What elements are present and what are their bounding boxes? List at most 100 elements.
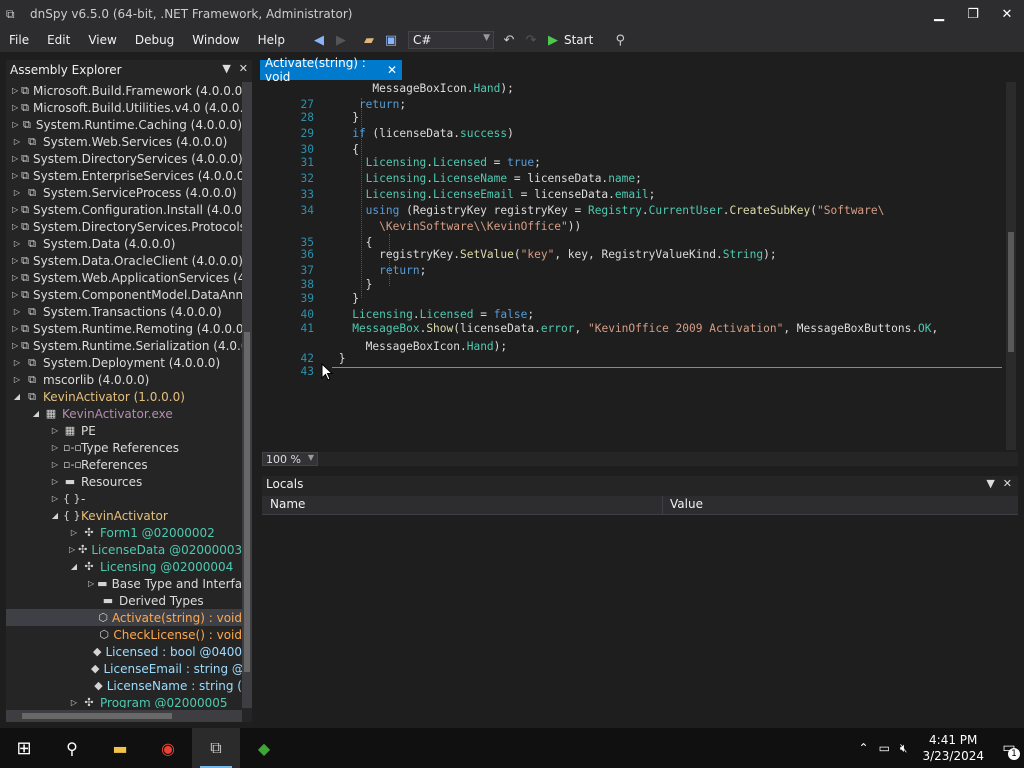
tree-item[interactable]: ▷ ▫-▫ Type References [6,439,242,456]
tree-item[interactable]: ▷ ⧉ System.ServiceProcess (4.0.0.0) [6,184,242,201]
tree-item[interactable]: ▷ ⧉ System.Data.OracleClient (4.0.0.0) [6,252,242,269]
windows-start-icon[interactable]: ⊞ [0,728,48,768]
expander-icon[interactable]: ▷ [12,103,18,112]
expander-icon[interactable]: ▷ [69,545,75,554]
tree-item[interactable]: ▷ ⧉ System.Runtime.Remoting (4.0.0.0) [6,320,242,337]
expander-icon[interactable]: ▷ [12,341,18,350]
expander-icon[interactable]: ▷ [12,239,22,248]
tree-item[interactable]: ▷ ✣ Form1 @02000002 [6,524,242,541]
zoom-select[interactable]: 100 % ▼ [262,452,318,466]
network-icon[interactable]: ▭ [879,741,890,755]
expander-icon[interactable]: ▷ [69,528,79,537]
menu-debug[interactable]: Debug [126,33,183,47]
tree-item[interactable]: ▷ ✣ LicenseData @02000003 [6,541,242,558]
vertical-scrollbar[interactable] [242,82,252,708]
expander-icon[interactable]: ▷ [12,120,19,129]
tree-item[interactable]: ⬡ Activate(string) : void [6,609,242,626]
tree-item[interactable]: ⬡ CheckLicense() : void [6,626,242,643]
tree-item[interactable]: ◢{ } KevinActivator [6,507,242,524]
search-icon[interactable]: ⚲ [48,728,96,768]
tree-item[interactable]: ▷ ⧉ System.Web.ApplicationServices (4.0 [6,269,242,286]
tree-item[interactable]: ▷ ⧉ System.ComponentModel.DataAnno [6,286,242,303]
expander-icon[interactable]: ◢ [69,562,79,571]
tree-item[interactable]: ▷ ⧉ System.Data (4.0.0.0) [6,235,242,252]
tree-item[interactable]: ▷ ⧉ System.Transactions (4.0.0.0) [6,303,242,320]
save-icon[interactable]: ▣ [382,31,400,49]
file-explorer-icon[interactable]: ▬ [96,728,144,768]
chrome-icon[interactable]: ◉ [144,728,192,768]
tree-item[interactable]: ▷ ⧉ Microsoft.Build.Utilities.v4.0 (4.0.0.… [6,99,242,116]
minimize-button[interactable]: ▁ [922,0,956,28]
undo-icon[interactable]: ↶ [500,31,518,49]
code-editor[interactable]: MessageBoxIcon.Hand); 27 return; 28 } 29 if… [262,82,1018,450]
menu-file[interactable]: File [0,33,38,47]
dropdown-icon[interactable]: ▼ [222,62,230,75]
notification-icon[interactable]: ▭ 1 [994,728,1024,768]
tree-item[interactable]: ▷ ▫-▫ References [6,456,242,473]
open-folder-icon[interactable]: ▰ [360,31,378,49]
search-icon[interactable]: ⚲ [611,31,629,49]
editor-scrollbar[interactable] [1006,82,1016,450]
dnspy-taskbar-icon[interactable]: ⧉ [192,728,240,768]
expander-icon[interactable]: ▷ [69,698,79,707]
expander-icon[interactable]: ▷ [12,188,22,197]
tree-item[interactable]: ▷ ⧉ System.Runtime.Serialization (4.0.0.0 [6,337,242,354]
tree-item[interactable]: ▷ ⧉ System.Deployment (4.0.0.0) [6,354,242,371]
menu-help[interactable]: Help [249,33,294,47]
expander-icon[interactable]: ▷ [50,477,60,486]
redo-icon[interactable]: ↷ [522,31,540,49]
tree-item[interactable]: ▷ ⧉ System.Runtime.Caching (4.0.0.0) [6,116,242,133]
expander-icon[interactable]: ▷ [12,324,18,333]
tree-item[interactable]: ▷ ⧉ Microsoft.Build.Framework (4.0.0.0) [6,82,242,99]
close-button[interactable]: ✕ [990,0,1024,28]
tree-item[interactable]: ▷ ▦ PE [6,422,242,439]
tree-item[interactable]: ◢ ▦ KevinActivator.exe [6,405,242,422]
tree-item[interactable]: ◢ ✣ Licensing @02000004 [6,558,242,575]
expander-icon[interactable]: ◢ [50,511,60,520]
expander-icon[interactable]: ▷ [50,460,60,469]
expander-icon[interactable]: ▷ [50,443,60,452]
expander-icon[interactable]: ▷ [12,358,22,367]
expander-icon[interactable]: ▷ [12,171,18,180]
tree-item[interactable]: ▷ ⧉ System.DirectoryServices (4.0.0.0) [6,150,242,167]
expander-icon[interactable]: ▷ [12,154,18,163]
column-value[interactable]: Value [670,497,703,511]
expander-icon[interactable]: ▷ [12,86,18,95]
expander-icon[interactable]: ▷ [50,426,60,435]
tree-item[interactable]: ◆ LicenseName : string ( [6,677,242,694]
tree-item[interactable]: ▷ ⧉ System.Configuration.Install (4.0.0.0) [6,201,242,218]
tree-item[interactable]: ◆ LicenseEmail : string @ [6,660,242,677]
tree-item[interactable]: ▷ ⧉ mscorlib (4.0.0.0) [6,371,242,388]
expander-icon[interactable]: ▷ [50,494,60,503]
expander-icon[interactable]: ▷ [12,137,22,146]
volume-muted-icon[interactable]: 🔇︎ [900,741,908,756]
language-select[interactable]: C# ▼ [407,31,494,49]
close-tab-icon[interactable]: ✕ [387,63,397,77]
column-name[interactable]: Name [270,497,305,511]
tree-item[interactable]: ▷ ▬ Resources [6,473,242,490]
expander-icon[interactable]: ▷ [12,205,18,214]
assembly-tree[interactable]: ▷ ⧉ Microsoft.Build.Framework (4.0.0.0) ▷ ⧉ M… [6,82,242,708]
tree-item[interactable]: ◆ Licensed : bool @0400 [6,643,242,660]
start-button[interactable]: ▶ Start [548,33,593,48]
horizontal-scrollbar[interactable] [6,710,242,722]
close-panel-icon[interactable]: ✕ [1003,477,1012,490]
tree-item[interactable]: ▷{ } - [6,490,242,507]
tree-item[interactable]: ◢ ⧉ KevinActivator (1.0.0.0) [6,388,242,405]
app-green-icon[interactable]: ◆ [240,728,288,768]
tree-item[interactable]: ▷ ▬ Base Type and Interfac [6,575,242,592]
menu-view[interactable]: View [79,33,125,47]
expander-icon[interactable]: ▷ [12,375,22,384]
chevron-up-icon[interactable]: ⌃ [859,741,869,755]
nav-back-icon[interactable]: ◀ [310,31,328,49]
tree-item[interactable]: ▷ ⧉ System.EnterpriseServices (4.0.0.0) [6,167,242,184]
nav-forward-icon[interactable]: ▶ [332,31,350,49]
menu-window[interactable]: Window [183,33,248,47]
tree-item[interactable]: ▬ Derived Types [6,592,242,609]
expander-icon[interactable]: ▷ [12,256,18,265]
expander-icon[interactable]: ▷ [12,222,18,231]
tree-item[interactable]: ▷ ⧉ System.Web.Services (4.0.0.0) [6,133,242,150]
tree-item[interactable]: ▷ ✣ Program @02000005 [6,694,242,709]
expander-icon[interactable]: ◢ [12,392,22,401]
expander-icon[interactable]: ◢ [31,409,41,418]
